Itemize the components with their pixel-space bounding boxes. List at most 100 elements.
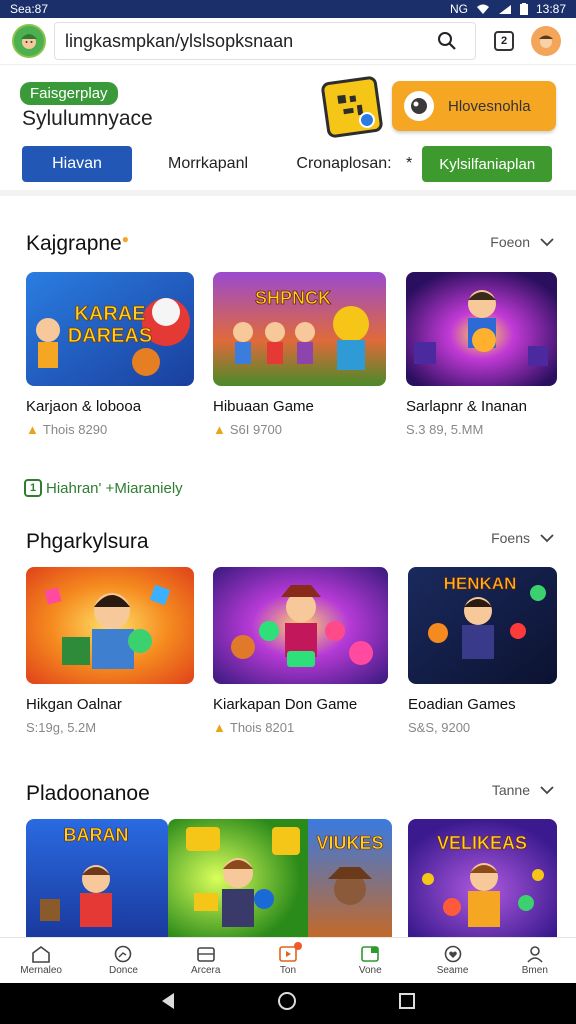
tab-categories[interactable]: Cronaplosan: [296,146,391,182]
game-title: Sarlapnr & Inanan [406,398,527,415]
game-card[interactable]: SHPNCK Hibuaan Game ▲ S6I 9700 [213,272,386,437]
section-more-button[interactable]: Foeon [490,234,554,250]
nav-item-home[interactable]: Mernaleo [0,938,82,983]
tabs-button[interactable]: 2 [486,23,522,59]
profile-avatar-icon [531,26,561,56]
game-thumbnail[interactable]: VELIKEAS [408,819,557,937]
browser-toolbar: lingkasmpkan/ylslsopksnaan 2 [0,18,576,64]
nav-item-play[interactable]: Ton [247,938,329,983]
brand-title: Sylulumnyace [22,107,153,130]
game-meta: ▲ S6I 9700 [213,422,282,437]
game-card[interactable]: Kiarkapan Don Game ▲ Thois 8201 [213,567,388,735]
site-logo-icon[interactable] [12,24,46,58]
svg-text:KARAE: KARAE [74,303,145,325]
game-thumbnail[interactable] [26,567,194,684]
status-left-text: Sea:87 [10,2,49,16]
section-title: Pladoonanoe [26,782,150,805]
game-thumbnail[interactable] [406,272,557,386]
play-circle-icon [404,91,434,121]
game-thumbnail[interactable]: HENKAN [408,567,557,684]
nav-item-chat[interactable]: Donce [82,938,164,983]
coin-icon: ▲ [213,720,226,735]
tab-featured[interactable]: Kylsilfaniaplan [422,146,553,182]
chat-icon [115,945,132,963]
status-bar: Sea:87 NG 13:87 [0,0,576,18]
game-title: Karjaon & lobooa [26,398,142,415]
store-icon [361,946,380,962]
game-card[interactable]: BARAN [26,819,168,937]
nav-item-folder[interactable]: Arcera [165,938,247,983]
svg-text:VELIKEAS: VELIKEAS [437,833,527,853]
game-meta: ▲ Thois 8201 [213,720,295,735]
game-title: Eoadian Games [408,696,516,713]
promo-link[interactable]: 1 Hiahran' +Miaraniely [24,479,183,497]
game-card[interactable]: Hikgan Oalnar S:19g, 5.2M [26,567,194,735]
svg-text:BARAN: BARAN [64,825,129,845]
svg-text:SHPNCK: SHPNCK [255,288,331,308]
bottom-nav: Mernaleo Donce Arcera Ton Vone Seame Bme… [0,937,576,983]
game-meta: S&S, 9200 [408,720,471,735]
game-card[interactable]: KARAE DAREAS Karjaon & lobooa ▲ Thois 829… [26,272,194,437]
section-more-button[interactable]: Foens [491,530,554,546]
tab-home[interactable]: Hiavan [22,146,132,182]
heart-icon [444,945,461,963]
nav-item-store[interactable]: Vone [329,938,411,983]
nav-item-favorites[interactable]: Seame [411,938,493,983]
battery-icon [519,3,528,15]
cell-signal-icon [498,4,512,15]
tab-star[interactable]: * [406,146,412,182]
header-cta-button[interactable]: Hlovesnohla [392,81,556,131]
game-card[interactable]: HENKAN Eoadian Games S&S, 9200 [408,567,557,735]
person-icon [527,946,543,963]
header-divider [0,190,576,196]
system-nav-bar [0,983,576,1024]
chevron-down-icon [540,785,554,794]
svg-text:HENKAN: HENKAN [444,574,517,593]
search-icon[interactable] [429,23,465,59]
svg-text:DAREAS: DAREAS [68,325,152,347]
promo-text: Hiahran' +Miaraniely [46,479,183,497]
home-circle-icon[interactable] [277,991,297,1016]
game-thumbnail[interactable]: VIUKES [168,819,392,937]
game-meta: ▲ Thois 8290 [26,422,108,437]
nav-item-profile[interactable]: Bmen [494,938,576,983]
game-title: Kiarkapan Don Game [213,696,358,713]
game-card[interactable]: VELIKEAS [408,819,557,937]
header-badge: Faisgerplay [20,82,118,105]
chevron-down-icon [540,533,554,542]
game-title: Hibuaan Game [213,398,314,415]
section-title: Phgarkylsura [26,530,149,553]
promo-number-icon: 1 [24,479,42,497]
coin-icon: ▲ [213,422,226,437]
category-tabs: Hiavan Morrkapanl Cronaplosan: * Kylsilf… [22,145,558,183]
home-icon [32,946,50,963]
dot-icon: ● [121,232,129,246]
section-title: Kajgrapne● [26,232,129,255]
store-header: Faisgerplay Sylulumnyace Hlovesnohla Hia… [0,64,576,192]
section-more-button[interactable]: Tanne [492,782,554,798]
game-card[interactable]: VIUKES [168,819,392,937]
game-thumbnail[interactable] [213,567,388,684]
svg-text:VIUKES: VIUKES [316,833,383,853]
header-cta-label: Hlovesnohla [448,97,531,115]
tab-marketplace[interactable]: Morrkapanl [166,146,250,182]
tab-count: 2 [494,31,514,51]
folder-icon [196,947,215,962]
game-cube-icon [320,75,384,139]
game-meta: S.3 89, 5.MM [406,422,484,437]
status-time: 13:87 [535,2,566,16]
game-thumbnail[interactable]: BARAN [26,819,168,937]
notification-badge [293,942,302,950]
wifi-icon [476,4,490,15]
game-thumbnail[interactable]: SHPNCK [213,272,386,386]
signal-text: NG [449,2,468,16]
url-text[interactable]: lingkasmpkan/ylslsopksnaan [65,31,429,52]
chevron-down-icon [540,237,554,246]
game-thumbnail[interactable]: KARAE DAREAS [26,272,194,386]
game-meta: S:19g, 5.2M [26,720,97,735]
recents-icon[interactable] [398,992,416,1015]
url-bar[interactable]: lingkasmpkan/ylslsopksnaan [54,22,476,60]
game-card[interactable]: Sarlapnr & Inanan S.3 89, 5.MM [406,272,557,437]
back-icon[interactable] [160,992,176,1015]
profile-button[interactable] [528,23,564,59]
